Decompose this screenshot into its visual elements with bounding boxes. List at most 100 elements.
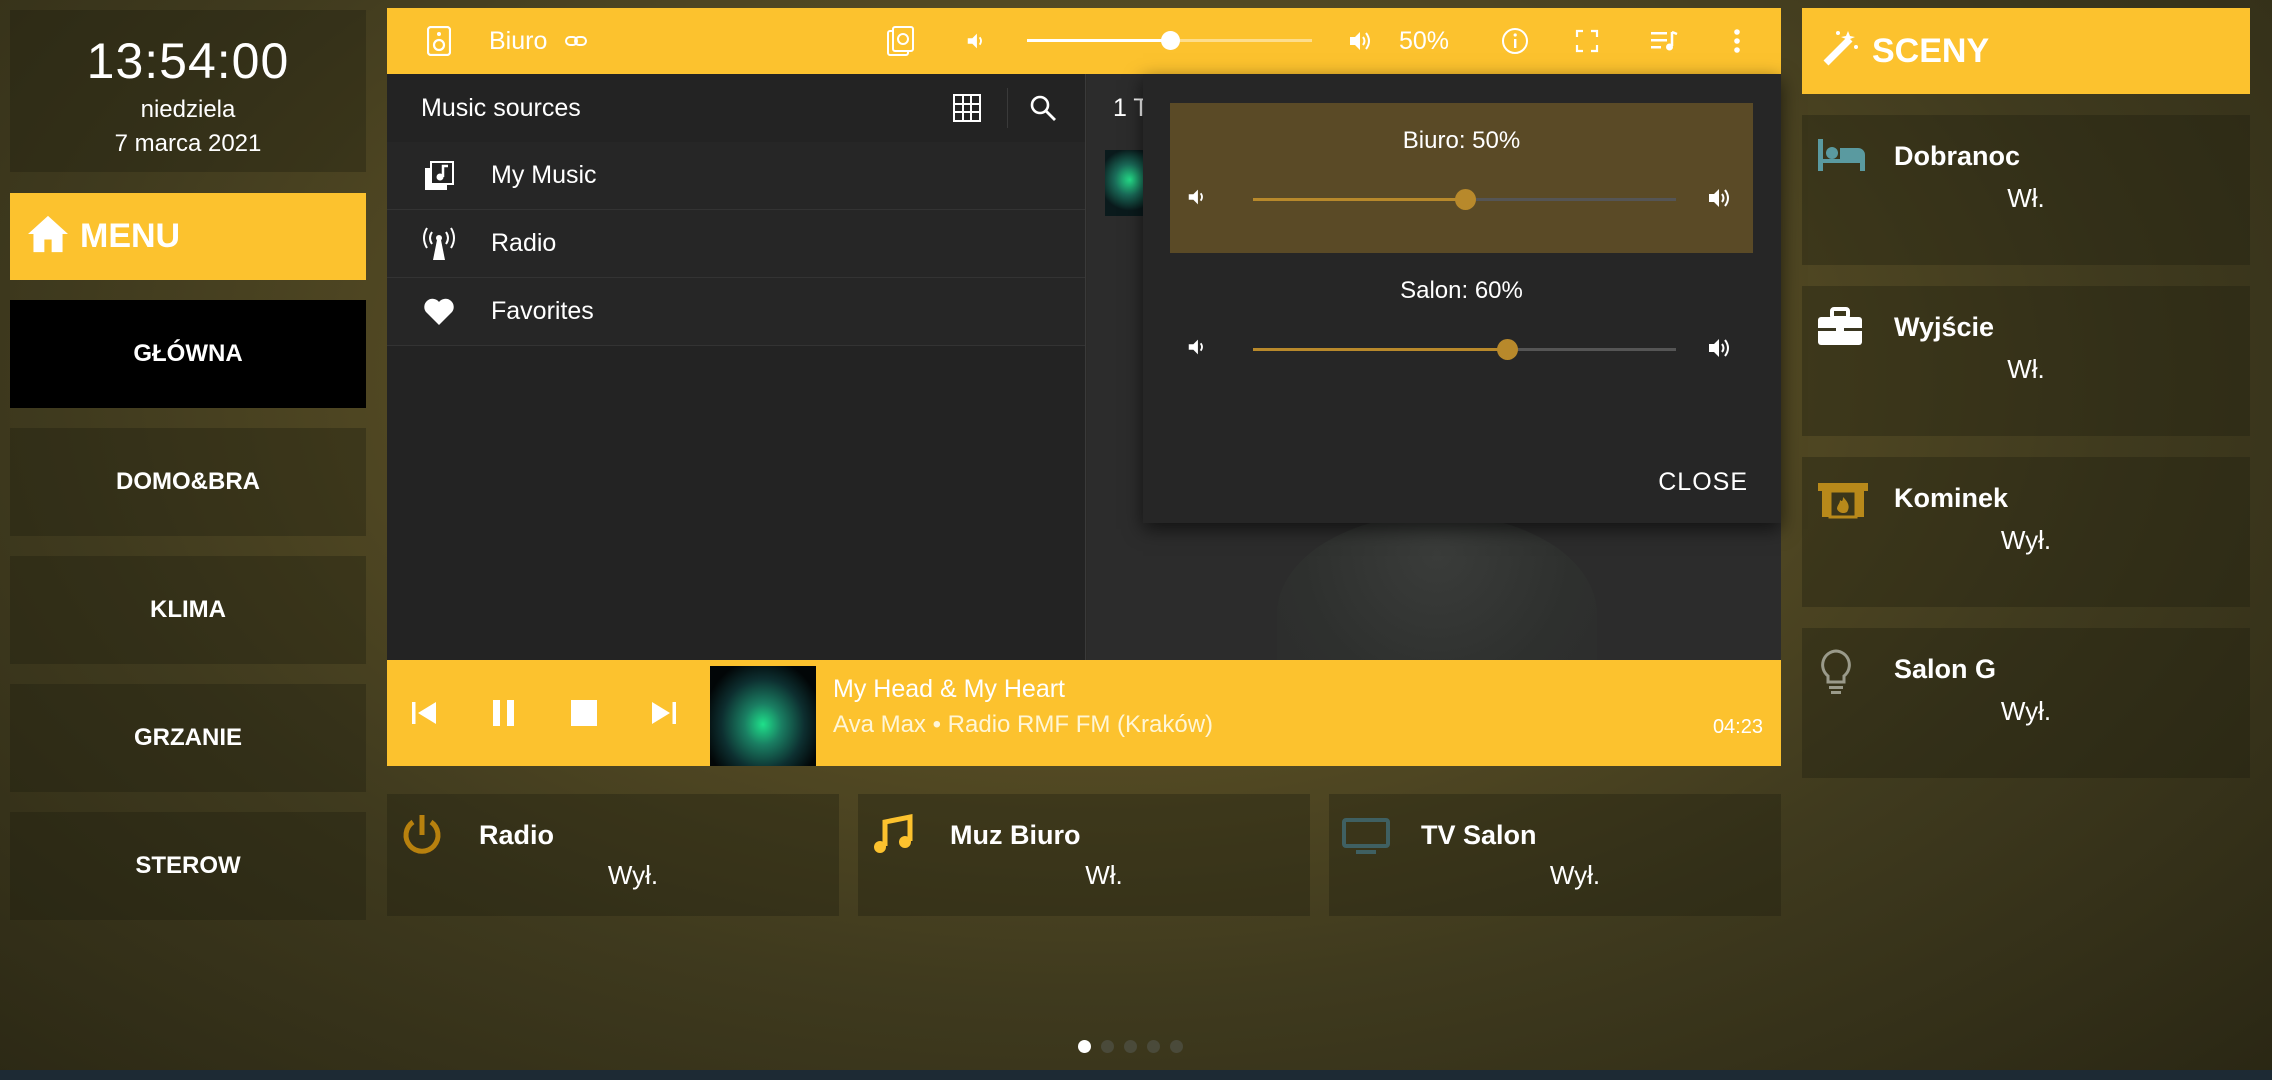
scene-name: Salon G [1894,654,1997,684]
scene-name: Dobranoc [1894,141,2021,171]
scene-dobranoc[interactable]: Dobranoc Wł. [1802,115,2250,265]
bed-icon [1816,135,1868,180]
bottom-strip [0,1070,2272,1080]
group-volume-dialog: Biuro: 50% Salon: 60% CLOSE [1143,74,1781,523]
track-subtitle: Ava Max • Radio RMF FM (Kraków) [833,711,1214,738]
volume-fill [1253,348,1507,351]
info-icon[interactable] [1501,8,1529,74]
volume-fill [1027,39,1170,42]
menu-title: MENU [80,217,181,255]
nav-label: STEROW [135,852,241,879]
entity-name: Radio [479,820,555,850]
radio-tower-icon [387,226,491,262]
volume-row-salon: Salon: 60% [1170,253,1753,403]
music-library-icon [387,160,491,191]
entity-state: Wył. [1549,860,1601,890]
volume-up-icon[interactable] [1347,8,1375,74]
volume-slider-salon[interactable] [1253,339,1676,360]
page-indicator [1078,1040,1183,1053]
scene-kominek[interactable]: Kominek Wył. [1802,457,2250,607]
nav-klima-button[interactable]: KLIMA [10,556,366,664]
source-label: Favorites [491,297,594,325]
home-icon [26,214,70,259]
player-header: Biuro 50% [387,8,1781,74]
scene-salon-g[interactable]: Salon G Wył. [1802,628,2250,778]
scenes-header: SCENY [1802,8,2250,94]
player-volume-slider[interactable] [1027,31,1312,50]
scene-state: Wył. [2000,696,2052,726]
source-label: My Music [491,161,597,189]
source-favorites[interactable]: Favorites [387,278,1085,346]
fireplace-icon [1816,477,1870,526]
album-art [710,666,816,766]
close-button[interactable]: CLOSE [1658,468,1748,497]
nav-domobra-button[interactable]: DOMO&BRA [10,428,366,536]
entity-name: TV Salon [1421,820,1537,850]
volume-percent: 50% [1399,26,1450,55]
volume-row-biuro: Biuro: 50% [1170,103,1753,253]
scene-state: Wył. [2000,525,2052,555]
volume-up-icon[interactable] [1706,185,1734,216]
search-icon[interactable] [1029,94,1057,129]
fullscreen-icon[interactable] [1575,8,1599,74]
header-divider [1007,88,1008,128]
heart-icon [387,298,491,326]
player-name[interactable]: Biuro [489,8,547,74]
power-icon[interactable] [399,812,445,863]
entity-tv-salon[interactable]: TV Salon Wył. [1329,794,1781,916]
volume-row-label: Biuro: 50% [1402,127,1521,154]
volume-down-icon[interactable] [1186,185,1208,214]
volume-down-icon[interactable] [965,8,987,74]
track-time: 04:23 [1712,716,1763,738]
page-dot[interactable] [1147,1040,1160,1053]
sources-title: Music sources [421,93,581,122]
track-title: My Head & My Heart [833,675,1066,703]
source-label: Radio [491,229,557,257]
queue-icon[interactable] [1650,8,1678,74]
nav-label: DOMO&BRA [116,468,260,495]
music-sources-panel: Music sources My Music Radio Favorites [387,74,1086,660]
volume-knob[interactable] [1160,31,1180,50]
source-my-music[interactable]: My Music [387,142,1085,210]
page-dot[interactable] [1101,1040,1114,1053]
volume-knob[interactable] [1454,189,1476,210]
volume-down-icon[interactable] [1186,335,1208,364]
nav-label: KLIMA [150,596,226,623]
music-note-icon[interactable] [870,812,916,863]
clock-card: 13:54:00 niedziela 7 marca 2021 [10,10,366,172]
volume-fill [1253,198,1465,201]
page-dot[interactable] [1078,1040,1091,1053]
entity-state: Wł. [1085,860,1123,890]
now-playing-bar: My Head & My Heart Ava Max • Radio RMF F… [387,660,1781,766]
speaker-icon [427,8,451,74]
more-vert-icon[interactable] [1733,8,1741,74]
nav-sterow-button[interactable]: STEROW [10,812,366,920]
grid-view-icon[interactable] [953,94,981,129]
entity-state: Wył. [607,860,659,890]
background-artwork [1277,514,1597,660]
link-icon[interactable] [565,8,587,74]
scene-state: Wł. [2007,183,2045,213]
source-radio[interactable]: Radio [387,210,1085,278]
monitor-icon[interactable] [1341,812,1391,863]
pause-icon[interactable] [489,698,519,733]
entity-name: Muz Biuro [950,820,1081,850]
page-dot[interactable] [1124,1040,1137,1053]
volume-knob[interactable] [1496,339,1518,360]
scene-name: Wyjście [1894,312,1995,342]
entity-muz-biuro[interactable]: Muz Biuro Wł. [858,794,1310,916]
skip-next-icon[interactable] [649,698,679,733]
nav-grzanie-button[interactable]: GRZANIE [10,684,366,792]
skip-previous-icon[interactable] [409,698,439,733]
scene-name: Kominek [1894,483,2009,513]
nav-glowna-button[interactable]: GŁÓWNA [10,300,366,408]
volume-slider-biuro[interactable] [1253,189,1676,210]
stop-icon[interactable] [569,698,599,733]
page-dot[interactable] [1170,1040,1183,1053]
media-library-icon[interactable] [887,8,915,74]
volume-up-icon[interactable] [1706,335,1734,366]
scene-wyjscie[interactable]: Wyjście Wł. [1802,286,2250,436]
entity-radio[interactable]: Radio Wył. [387,794,839,916]
scenes-title: SCENY [1872,31,1990,70]
nav-label: GŁÓWNA [133,340,243,367]
